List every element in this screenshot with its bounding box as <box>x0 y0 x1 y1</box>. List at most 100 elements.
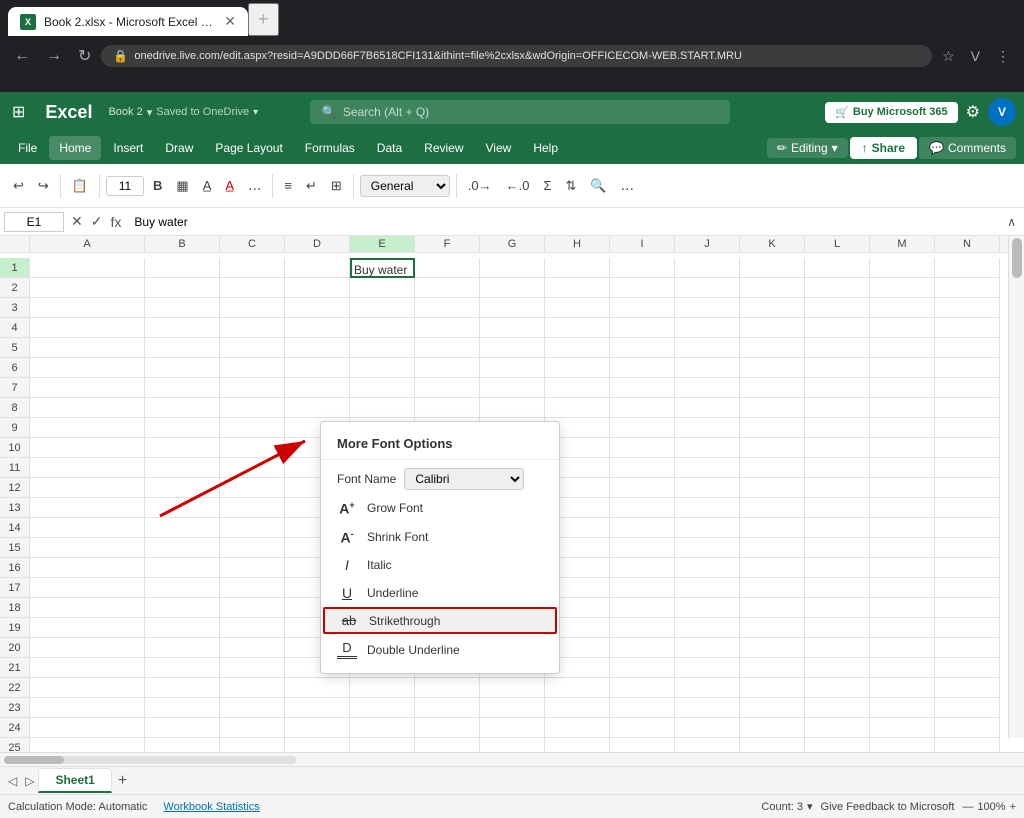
workbook-stats-text[interactable]: Workbook Statistics <box>163 801 259 813</box>
font-color-button[interactable]: A̲ <box>220 175 239 196</box>
col-header-l[interactable]: L <box>805 236 870 252</box>
col-header-k[interactable]: K <box>740 236 805 252</box>
col-header-h[interactable]: H <box>545 236 610 252</box>
formula-expand-button[interactable]: ∧ <box>1003 215 1020 229</box>
col-header-e[interactable]: E <box>350 236 415 252</box>
cell-g1[interactable] <box>480 258 545 278</box>
menu-item-view[interactable]: View <box>476 136 522 160</box>
font-size-input[interactable] <box>106 176 144 196</box>
col-header-b[interactable]: B <box>145 236 220 252</box>
cell-e1[interactable]: Buy water <box>350 258 415 278</box>
underline-item[interactable]: U Underline <box>321 579 559 607</box>
menu-item-file[interactable]: File <box>8 136 47 160</box>
waffle-icon[interactable]: ⊞ <box>8 98 29 126</box>
cell-j1[interactable] <box>675 258 740 278</box>
merge-button[interactable]: ⊞ <box>326 175 347 197</box>
decrease-decimal-button[interactable]: ←.0 <box>501 175 535 196</box>
new-tab-button[interactable]: + <box>248 3 279 36</box>
buy-microsoft-button[interactable]: 🛒 Buy Microsoft 365 <box>825 102 957 123</box>
h-scrollbar[interactable] <box>0 753 300 766</box>
number-format-select[interactable]: General <box>360 175 450 197</box>
increase-decimal-button[interactable]: .0→ <box>463 175 497 196</box>
menu-item-help[interactable]: Help <box>523 136 568 160</box>
double-underline-item[interactable]: D Double Underline <box>321 634 559 665</box>
share-button[interactable]: ↑ Share <box>850 137 917 159</box>
col-header-n[interactable]: N <box>935 236 1000 252</box>
forward-button[interactable]: → <box>40 43 68 69</box>
undo-button[interactable]: ↩ <box>8 175 29 197</box>
more-font-options-button[interactable]: ... <box>243 174 266 198</box>
cell-d1[interactable] <box>285 258 350 278</box>
cell-b1[interactable] <box>145 258 220 278</box>
more-ribbon-button[interactable]: ... <box>616 174 639 198</box>
cell-a1[interactable] <box>30 258 145 278</box>
menu-item-home[interactable]: Home <box>49 136 101 160</box>
col-header-f[interactable]: F <box>415 236 480 252</box>
grow-font-item[interactable]: A+ Grow Font <box>321 494 559 523</box>
comments-button[interactable]: 💬 Comments <box>919 137 1016 159</box>
address-bar[interactable]: 🔒 onedrive.live.com/edit.aspx?resid=A9DD… <box>101 45 932 67</box>
italic-item[interactable]: I Italic <box>321 551 559 579</box>
menu-item-insert[interactable]: Insert <box>103 136 153 160</box>
menu-item-review[interactable]: Review <box>414 136 473 160</box>
sheet-nav-right[interactable]: ▷ <box>21 772 38 790</box>
col-header-i[interactable]: I <box>610 236 675 252</box>
cell-l1[interactable] <box>805 258 870 278</box>
cell-c1[interactable] <box>220 258 285 278</box>
add-sheet-button[interactable]: + <box>112 770 133 792</box>
feedback-text[interactable]: Give Feedback to Microsoft <box>821 801 955 813</box>
border-button[interactable]: ▦ <box>171 175 193 197</box>
menu-item-data[interactable]: Data <box>367 136 412 160</box>
confirm-formula-button[interactable]: ✓ <box>88 213 106 230</box>
menu-item-draw[interactable]: Draw <box>155 136 203 160</box>
close-tab-button[interactable]: ✕ <box>224 13 236 30</box>
settings-button[interactable]: ⚙ <box>966 102 980 122</box>
sheet-nav-left[interactable]: ◁ <box>4 772 21 790</box>
font-name-select[interactable]: Calibri <box>404 468 524 490</box>
sort-button[interactable]: ⇅ <box>561 175 582 197</box>
search-box[interactable]: 🔍 <box>310 100 730 124</box>
menu-item-formulas[interactable]: Formulas <box>295 136 365 160</box>
wrap-button[interactable]: ↵ <box>301 175 322 197</box>
zoom-out-button[interactable]: — <box>962 801 973 813</box>
back-button[interactable]: ← <box>8 43 36 69</box>
profile-button[interactable]: V <box>965 44 986 68</box>
strikethrough-item[interactable]: ab Strikethrough <box>323 607 557 634</box>
cell-f1[interactable] <box>415 258 480 278</box>
bold-button[interactable]: B <box>148 175 167 196</box>
cell-h1[interactable] <box>545 258 610 278</box>
col-header-g[interactable]: G <box>480 236 545 252</box>
cell-n1[interactable] <box>935 258 1000 278</box>
sheet-tab-sheet1[interactable]: Sheet1 <box>38 768 111 793</box>
cell-k1[interactable] <box>740 258 805 278</box>
reload-button[interactable]: ↻ <box>72 42 97 70</box>
col-header-j[interactable]: J <box>675 236 740 252</box>
active-tab[interactable]: X Book 2.xlsx - Microsoft Excel Oni... ✕ <box>8 7 248 36</box>
align-button[interactable]: ≡ <box>279 175 297 196</box>
col-header-a[interactable]: A <box>30 236 145 252</box>
editing-badge[interactable]: ✏ Editing ▾ <box>767 138 848 158</box>
col-header-m[interactable]: M <box>870 236 935 252</box>
menu-item-page-layout[interactable]: Page Layout <box>205 136 292 160</box>
cancel-formula-button[interactable]: ✕ <box>68 213 86 230</box>
cell-reference-input[interactable] <box>4 212 64 232</box>
col-header-d[interactable]: D <box>285 236 350 252</box>
zoom-in-button[interactable]: + <box>1010 801 1016 813</box>
vertical-scrollbar[interactable] <box>1008 236 1024 738</box>
fill-color-button[interactable]: A̲ <box>198 175 217 196</box>
bookmark-button[interactable]: ☆ <box>936 44 961 69</box>
formula-input[interactable] <box>128 213 999 231</box>
redo-button[interactable]: ↪ <box>33 175 54 197</box>
shrink-font-item[interactable]: A- Shrink Font <box>321 523 559 552</box>
cell-i1[interactable] <box>610 258 675 278</box>
find-button[interactable]: 🔍 <box>585 175 611 197</box>
insert-function-button[interactable]: fx <box>107 214 124 230</box>
clipboard-button[interactable]: 📋 <box>67 175 93 197</box>
table-row: 5 <box>0 338 1008 358</box>
menu-dots-button[interactable]: ⋮ <box>990 44 1016 69</box>
search-input[interactable] <box>343 105 718 119</box>
autosum-button[interactable]: Σ <box>538 175 556 196</box>
cell-m1[interactable] <box>870 258 935 278</box>
col-header-c[interactable]: C <box>220 236 285 252</box>
avatar[interactable]: V <box>988 98 1016 126</box>
